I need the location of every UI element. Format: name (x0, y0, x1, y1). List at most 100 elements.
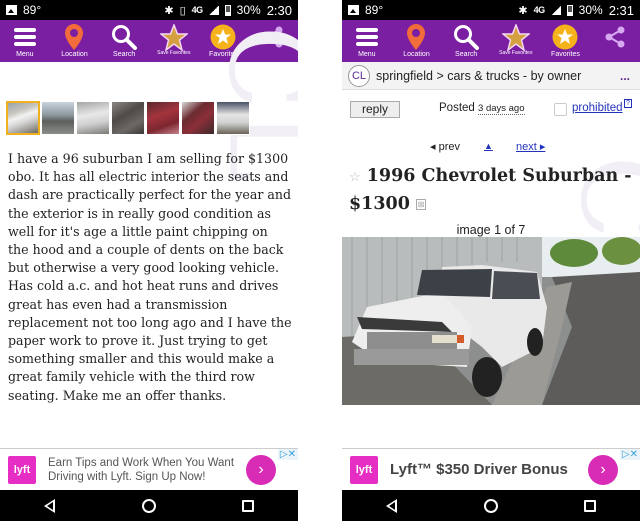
battery-percent: 30% (578, 3, 603, 17)
menu-label: Menu (16, 51, 34, 58)
lte-icon: 4G (533, 5, 546, 15)
save-favorites-label: Save Favorites (157, 50, 191, 56)
search-button[interactable]: Search (100, 23, 148, 59)
search-label: Search (455, 51, 478, 58)
back-button[interactable] (30, 498, 70, 513)
image-notification-icon (6, 5, 17, 15)
share-icon (604, 23, 626, 51)
vibrate-icon: ▯ (179, 4, 186, 17)
listing-title-text: 1996 Chevrolet Suburban - $1300 (349, 166, 632, 214)
search-button[interactable]: Search (442, 23, 490, 59)
star-icon (501, 23, 530, 51)
temperature: 89° (23, 3, 42, 17)
prohibited-checkbox[interactable] (554, 103, 567, 116)
lyft-logo-icon: lyft (350, 455, 378, 484)
menu-button[interactable]: Menu (1, 23, 49, 59)
suburban-photo (342, 237, 640, 405)
menu-icon (355, 23, 378, 51)
temperature: 89° (365, 3, 384, 17)
thumbnail-6[interactable] (181, 101, 215, 135)
thumbnail-7[interactable] (216, 101, 250, 135)
prev-link[interactable]: ◂ prev (430, 140, 460, 153)
breadcrumb-text[interactable]: springfield > cars & trucks - by owner (376, 69, 581, 83)
signal-icon (208, 5, 219, 15)
left-phone-screen: 89° ✱ ▯ 4G 30% 2:30 Menu Location Search… (0, 0, 298, 521)
status-bar: 89° ✱ 4G 30% 2:31 (342, 0, 640, 20)
home-button[interactable] (129, 498, 169, 513)
android-nav-bar (342, 490, 640, 521)
hide-listing-icon[interactable]: ⊠ (415, 199, 426, 210)
ad-text: Lyft™ $350 Driver Bonus (390, 460, 568, 478)
favorites-star-icon (210, 23, 236, 51)
screen-gap (298, 0, 342, 521)
search-icon (453, 23, 480, 51)
image-notification-icon (348, 5, 359, 15)
listing-photo[interactable] (342, 237, 640, 405)
share-icon (262, 23, 284, 51)
favorites-label: Favorites (209, 51, 238, 58)
save-favorites-button[interactable]: Save Favorites (492, 23, 540, 56)
posted-date: Posted 3 days ago (439, 102, 525, 115)
home-button[interactable] (471, 498, 511, 513)
favorites-button[interactable]: Favorites (199, 23, 247, 59)
recents-icon (242, 499, 255, 512)
status-bar: 89° ✱ ▯ 4G 30% 2:30 (0, 0, 298, 20)
save-favorites-button[interactable]: Save Favorites (150, 23, 198, 56)
thumbnail-3[interactable] (76, 101, 110, 135)
menu-button[interactable]: Menu (343, 23, 391, 59)
battery-percent: 30% (236, 3, 261, 17)
favorite-star-icon[interactable]: ☆ (349, 170, 361, 185)
craigslist-logo[interactable]: CL (348, 64, 370, 87)
more-options-icon[interactable]: ... (620, 69, 630, 83)
back-button[interactable] (372, 498, 412, 513)
back-icon (386, 498, 398, 513)
save-favorites-label: Save Favorites (499, 50, 533, 56)
reply-button[interactable]: reply (350, 101, 400, 118)
home-icon (141, 498, 156, 513)
location-pin-icon (407, 23, 426, 51)
breadcrumb: CL springfield > cars & trucks - by owne… (342, 62, 640, 90)
next-link[interactable]: next ▸ (516, 140, 545, 153)
favorites-label: Favorites (551, 51, 580, 58)
share-button[interactable] (249, 23, 297, 51)
ad-banner[interactable]: lyft Earn Tips and Work When You Want Dr… (0, 448, 298, 490)
star-icon (159, 23, 188, 51)
ad-arrow-button[interactable]: › (246, 454, 276, 485)
lte-icon: 4G (191, 5, 204, 15)
help-icon[interactable]: ? (624, 99, 632, 108)
android-nav-bar (0, 490, 298, 521)
thumbnail-2[interactable] (41, 101, 75, 135)
adchoices-icon[interactable]: ▷✕ (277, 449, 298, 460)
bluetooth-icon: ✱ (518, 4, 528, 17)
clock: 2:30 (266, 2, 292, 18)
thumbnail-5[interactable] (146, 101, 180, 135)
location-button[interactable]: Location (392, 23, 440, 59)
thumbnail-1[interactable] (6, 101, 40, 135)
lyft-logo-icon: lyft (8, 455, 36, 484)
menu-label: Menu (358, 51, 376, 58)
prohibited-link[interactable]: prohibited (572, 102, 623, 114)
posted-label: Posted (439, 102, 475, 114)
back-icon (44, 498, 56, 513)
recents-button[interactable] (570, 499, 610, 512)
favorites-button[interactable]: Favorites (541, 23, 589, 59)
image-counter: image 1 of 7 (456, 223, 526, 237)
thumbnail-4[interactable] (111, 101, 145, 135)
location-label: Location (61, 51, 88, 58)
battery-icon (224, 4, 231, 16)
adchoices-icon[interactable]: ▷✕ (619, 449, 640, 460)
bluetooth-icon: ✱ (164, 4, 174, 17)
location-button[interactable]: Location (50, 23, 98, 59)
location-label: Location (403, 51, 430, 58)
battery-icon (566, 4, 573, 16)
posted-ago: 3 days ago (478, 103, 525, 115)
ad-banner[interactable]: lyft Lyft™ $350 Driver Bonus › ▷✕ (342, 448, 640, 490)
location-pin-icon (65, 23, 84, 51)
ad-arrow-button[interactable]: › (588, 454, 618, 485)
up-link[interactable]: ▲ (484, 141, 493, 151)
clock: 2:31 (608, 2, 634, 18)
listing-description: I have a 96 suburban I am selling for $1… (8, 151, 292, 403)
share-button[interactable] (591, 23, 639, 51)
recents-button[interactable] (228, 499, 268, 512)
listing-title: ☆ 1996 Chevrolet Suburban - $1300 ⊠ (349, 163, 636, 218)
